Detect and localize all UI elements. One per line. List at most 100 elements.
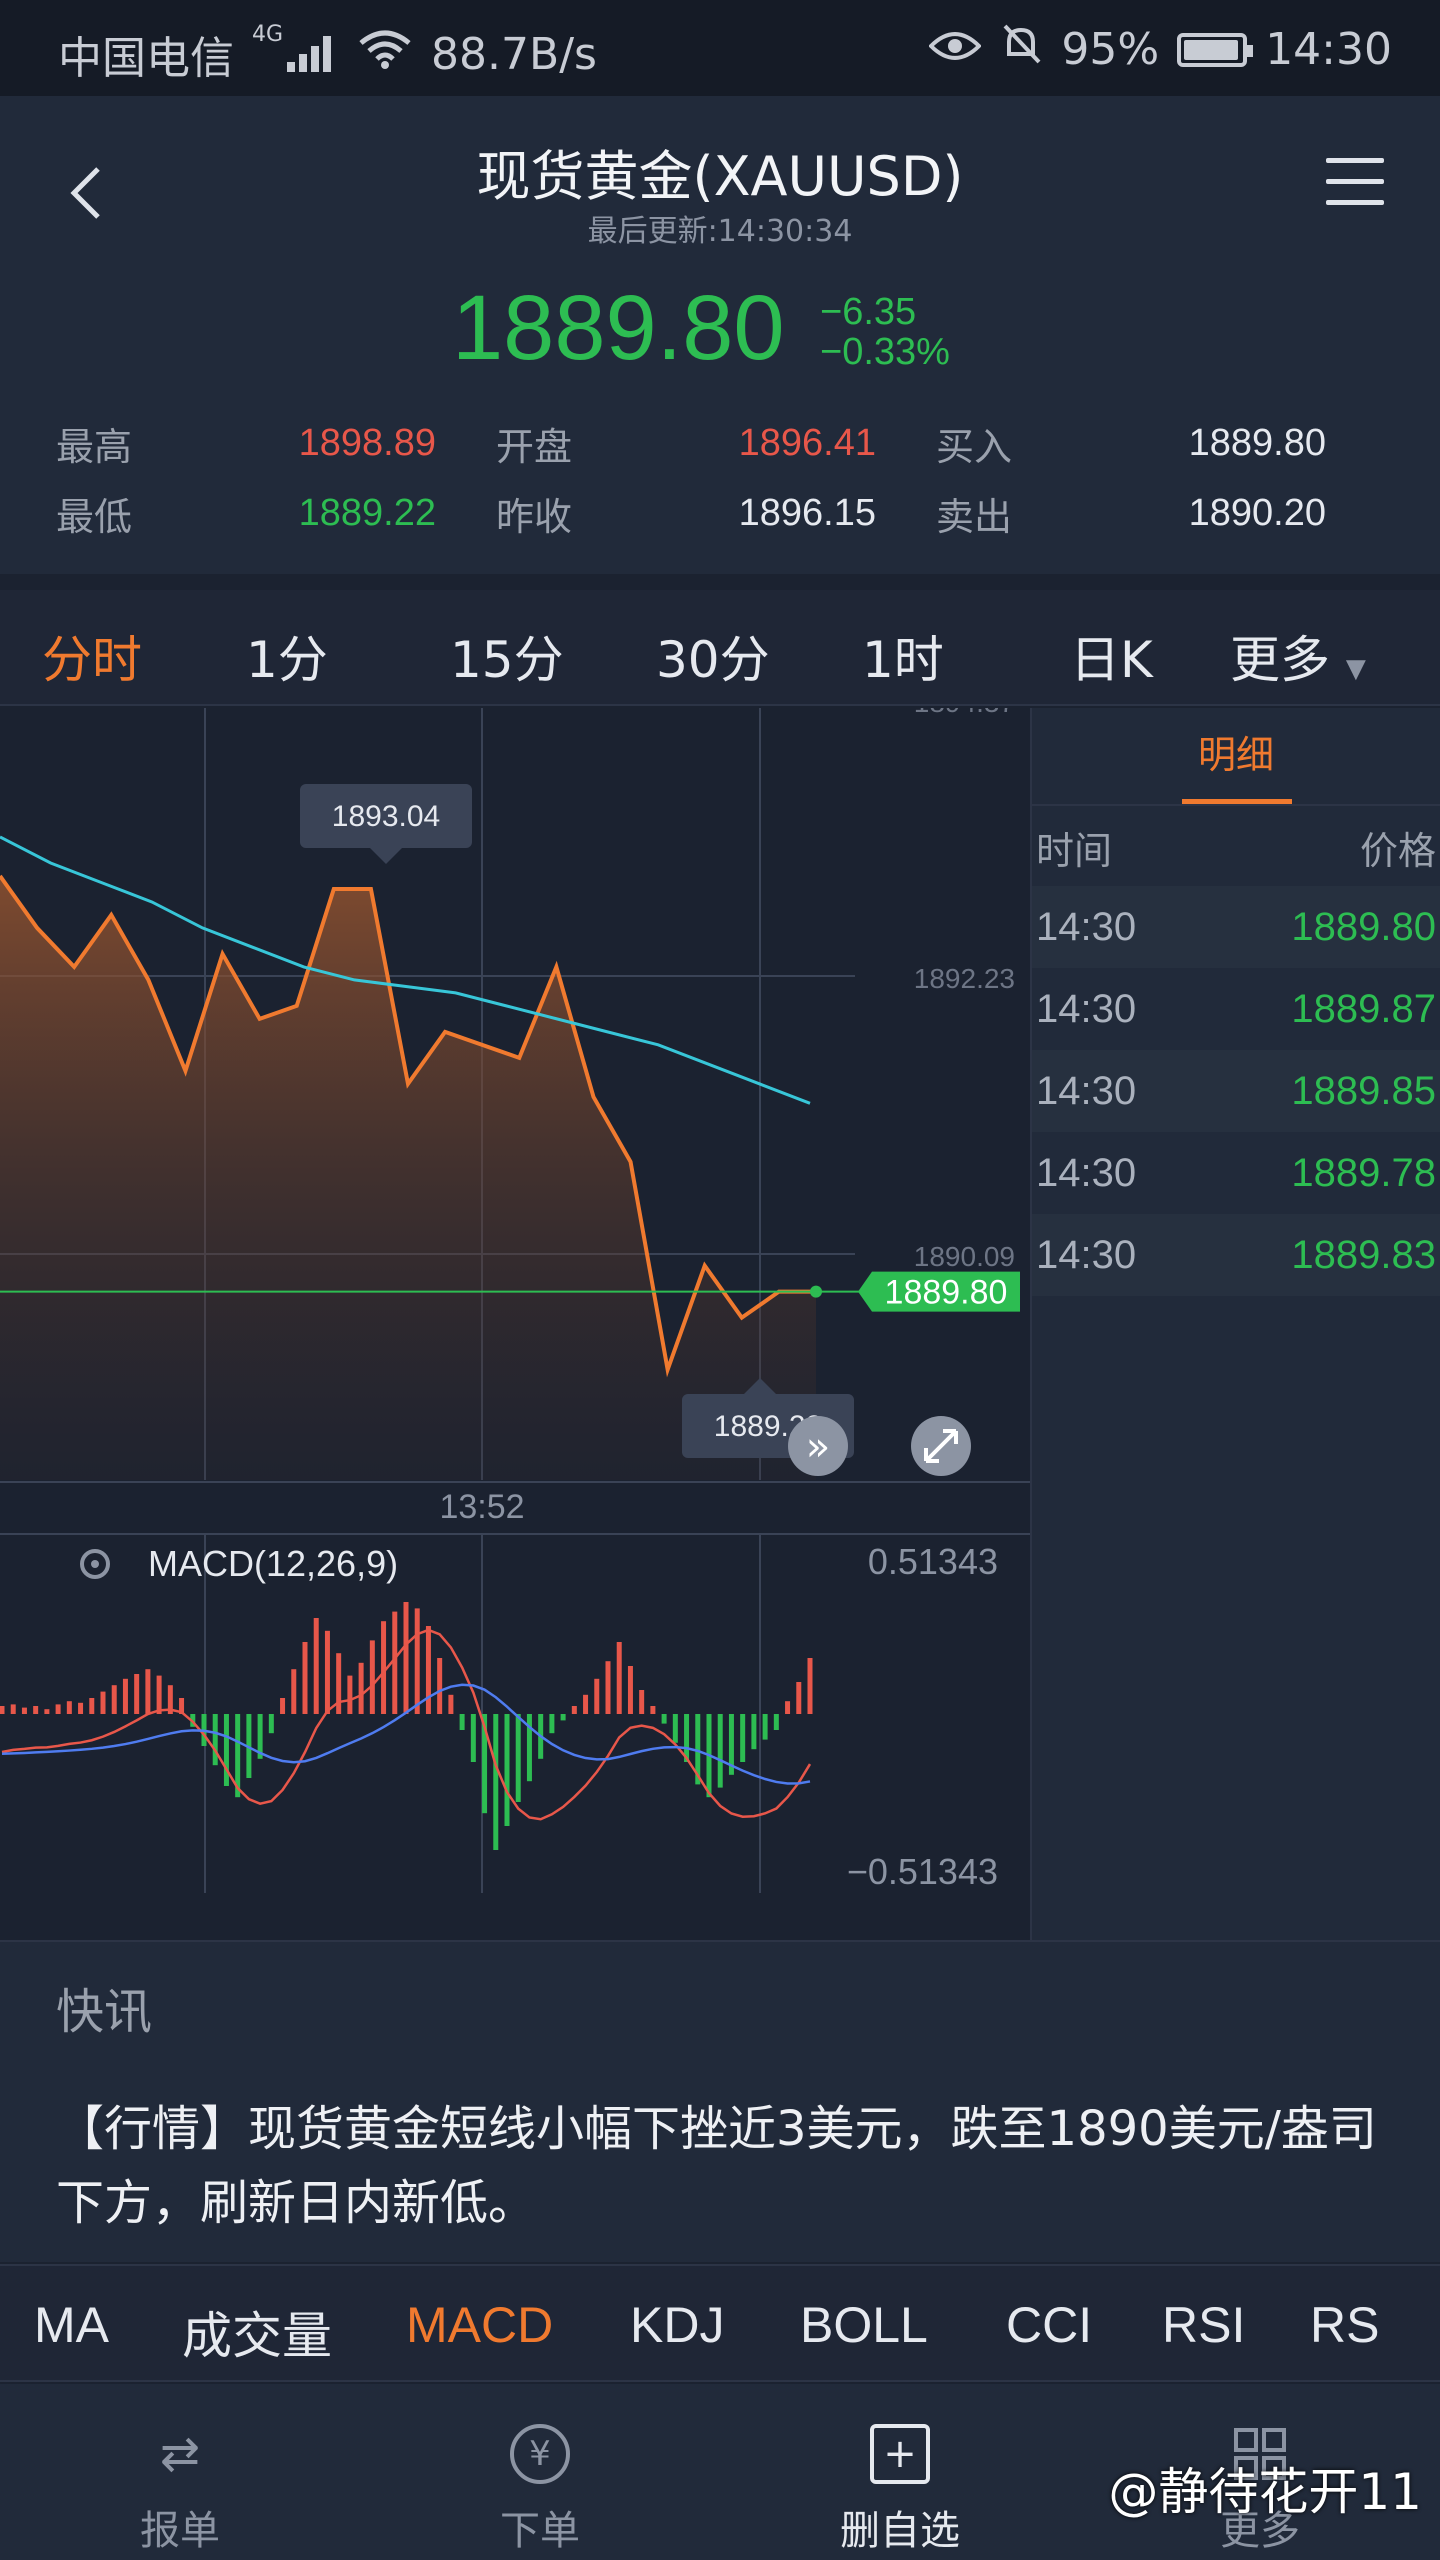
indicator-macd[interactable]: MACD — [406, 2296, 553, 2354]
price-chart[interactable]: 1894.37 1892.23 1890.09 1889.80 1893.04 … — [0, 687, 1030, 1940]
low-value: 1889.22 — [298, 491, 436, 534]
macd-bar — [134, 1674, 140, 1714]
macd-bar — [156, 1675, 162, 1714]
bookmark-icon: + — [870, 2424, 930, 2484]
macd-bar — [549, 1714, 555, 1734]
macd-bar — [605, 1661, 611, 1714]
macd-bar — [785, 1701, 791, 1714]
indicator-rsi[interactable]: RSI — [1162, 2296, 1245, 2354]
macd-bar — [223, 1714, 229, 1786]
macd-bar — [291, 1669, 297, 1714]
macd-label: MACD(12,26,9) — [148, 1543, 398, 1584]
macd-bar — [122, 1678, 128, 1714]
nav-remove-watchlist[interactable]: + 删自选 — [800, 2424, 1000, 2556]
sell-label: 卖出 — [936, 494, 1013, 539]
axis-label-top: 1894.37 — [914, 708, 1015, 718]
indicator-ma[interactable]: MA — [34, 2296, 109, 2354]
current-price-tag: 1889.80 — [858, 1271, 1020, 1312]
macd-bar — [268, 1714, 274, 1734]
axis-label-mid: 1892.23 — [914, 963, 1015, 994]
battery-percent: 95% — [1061, 24, 1160, 75]
nav-label: 报单 — [140, 2508, 220, 2554]
quote-header: 现货黄金(XAUUSD) 最后更新:14:30:34 1889.80 −6.35… — [0, 96, 1440, 574]
macd-bar — [44, 1709, 50, 1714]
macd-bar — [751, 1714, 757, 1750]
col-time: 时间 — [1036, 829, 1113, 873]
macd-bar — [392, 1611, 398, 1714]
macd-bar — [302, 1642, 308, 1714]
tab-more[interactable]: 更多 ▼ — [1230, 620, 1366, 692]
sell-value: 1890.20 — [1188, 491, 1326, 534]
prev-close-value: 1896.15 — [738, 491, 876, 534]
tab-30min[interactable]: 30分 — [656, 620, 770, 692]
indicator-kdj[interactable]: KDJ — [630, 2296, 724, 2354]
macd-bar — [10, 1704, 16, 1714]
nav-order-report[interactable]: ⇄ 报单 — [80, 2424, 280, 2556]
macd-bar — [347, 1675, 353, 1714]
chart-area[interactable]: 1894.37 1892.23 1890.09 1889.80 1893.04 … — [0, 687, 1030, 1940]
macd-bar — [717, 1714, 723, 1788]
tab-intraday[interactable]: 分时 — [42, 620, 142, 692]
current-price-tag-label: 1889.80 — [885, 1274, 1008, 1312]
macd-bar — [437, 1658, 443, 1714]
indicator-rs[interactable]: RS — [1310, 2296, 1379, 2354]
trade-price: 1889.80 — [1291, 904, 1436, 949]
open-label: 开盘 — [496, 424, 573, 469]
macd-bar — [369, 1640, 375, 1714]
news-body: 【行情】现货黄金短线小幅下挫近3美元，跌至1890美元/盎司下方，刷新日内新低。 — [56, 2101, 1377, 2231]
macd-bar — [672, 1714, 678, 1743]
high-value: 1898.89 — [298, 421, 436, 464]
list-item: 14:30 1889.87 — [1032, 968, 1440, 1050]
trade-price: 1889.87 — [1291, 986, 1436, 1031]
tab-more-label: 更多 — [1230, 631, 1330, 689]
macd-layer — [0, 1602, 813, 1850]
trade-price: 1889.83 — [1291, 1232, 1436, 1277]
macd-bar — [358, 1662, 364, 1714]
last-updated: 最后更新:14:30:34 — [587, 214, 853, 249]
quote-stats: 最高 1898.89 开盘 1896.41 买入 1889.80 最低 1889… — [56, 408, 1386, 548]
axis-label-low: 1890.09 — [914, 1241, 1015, 1272]
macd-bar — [324, 1630, 330, 1714]
fullscreen-button[interactable] — [911, 1416, 971, 1476]
high-callout: 1893.04 — [300, 784, 472, 864]
tab-1min[interactable]: 1分 — [246, 620, 328, 692]
tab-daily[interactable]: 日K — [1070, 620, 1153, 692]
watermark: @静待花开11 — [1108, 2463, 1422, 2521]
tab-15min[interactable]: 15分 — [450, 620, 564, 692]
tab-detail[interactable]: 明细 — [1032, 708, 1440, 804]
trade-time: 14:30 — [1036, 904, 1137, 949]
yen-icon: ¥ — [510, 2424, 570, 2484]
macd-bar — [762, 1714, 768, 1740]
price-layer — [0, 835, 822, 1480]
macd-bar — [504, 1714, 510, 1826]
high-callout-label: 1893.04 — [332, 800, 440, 833]
macd-bar — [381, 1621, 387, 1714]
menu-button[interactable] — [1326, 158, 1384, 206]
buy-label: 买入 — [936, 424, 1013, 469]
indicator-boll[interactable]: BOLL — [800, 2296, 928, 2354]
indicator-volume[interactable]: 成交量 — [182, 2296, 332, 2368]
nav-label: 下单 — [500, 2508, 580, 2554]
macd-bar — [145, 1669, 151, 1714]
macd-bar — [515, 1714, 521, 1802]
macd-bar — [583, 1694, 589, 1714]
period-tabs: 分时 1分 15分 30分 1时 日K 更多 ▼ — [0, 590, 1440, 706]
nav-place-order[interactable]: ¥ 下单 — [440, 2424, 640, 2556]
indicator-cci[interactable]: CCI — [1006, 2296, 1092, 2354]
macd-bar — [594, 1678, 600, 1714]
double-chevron-right-icon: » — [806, 1424, 830, 1470]
news-flash[interactable]: 快讯 【行情】现货黄金短线小幅下挫近3美元，跌至1890美元/盎司下方，刷新日内… — [0, 1940, 1440, 2262]
current-price: 1889.80 — [452, 277, 785, 379]
clock: 14:30 — [1265, 24, 1392, 75]
macd-bar — [55, 1704, 61, 1714]
scroll-right-button[interactable]: » — [788, 1416, 848, 1476]
low-label: 最低 — [56, 494, 133, 539]
status-bar: 中国电信 4G 88.7B/s 95% 14:30 — [0, 0, 1440, 96]
buy-value: 1889.80 — [1188, 421, 1326, 464]
macd-settings-button[interactable] — [80, 1549, 110, 1579]
change-percent: −0.33% — [820, 331, 950, 373]
macd-bar — [313, 1618, 319, 1714]
macd-bar — [0, 1706, 5, 1714]
tab-1hour[interactable]: 1时 — [862, 620, 944, 692]
macd-bar — [616, 1642, 622, 1714]
